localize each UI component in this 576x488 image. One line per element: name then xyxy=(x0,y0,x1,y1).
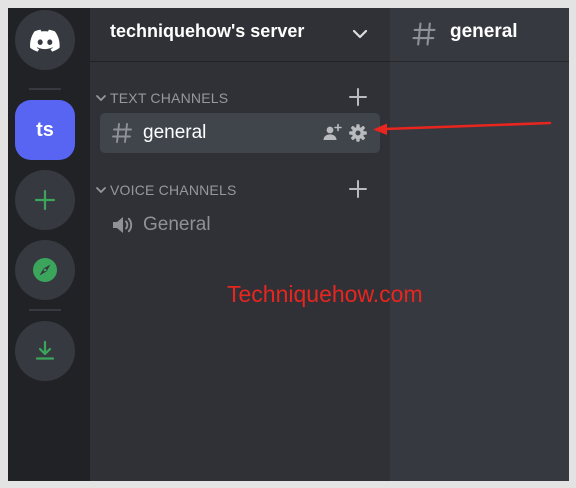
annotation-arrow xyxy=(373,121,552,135)
